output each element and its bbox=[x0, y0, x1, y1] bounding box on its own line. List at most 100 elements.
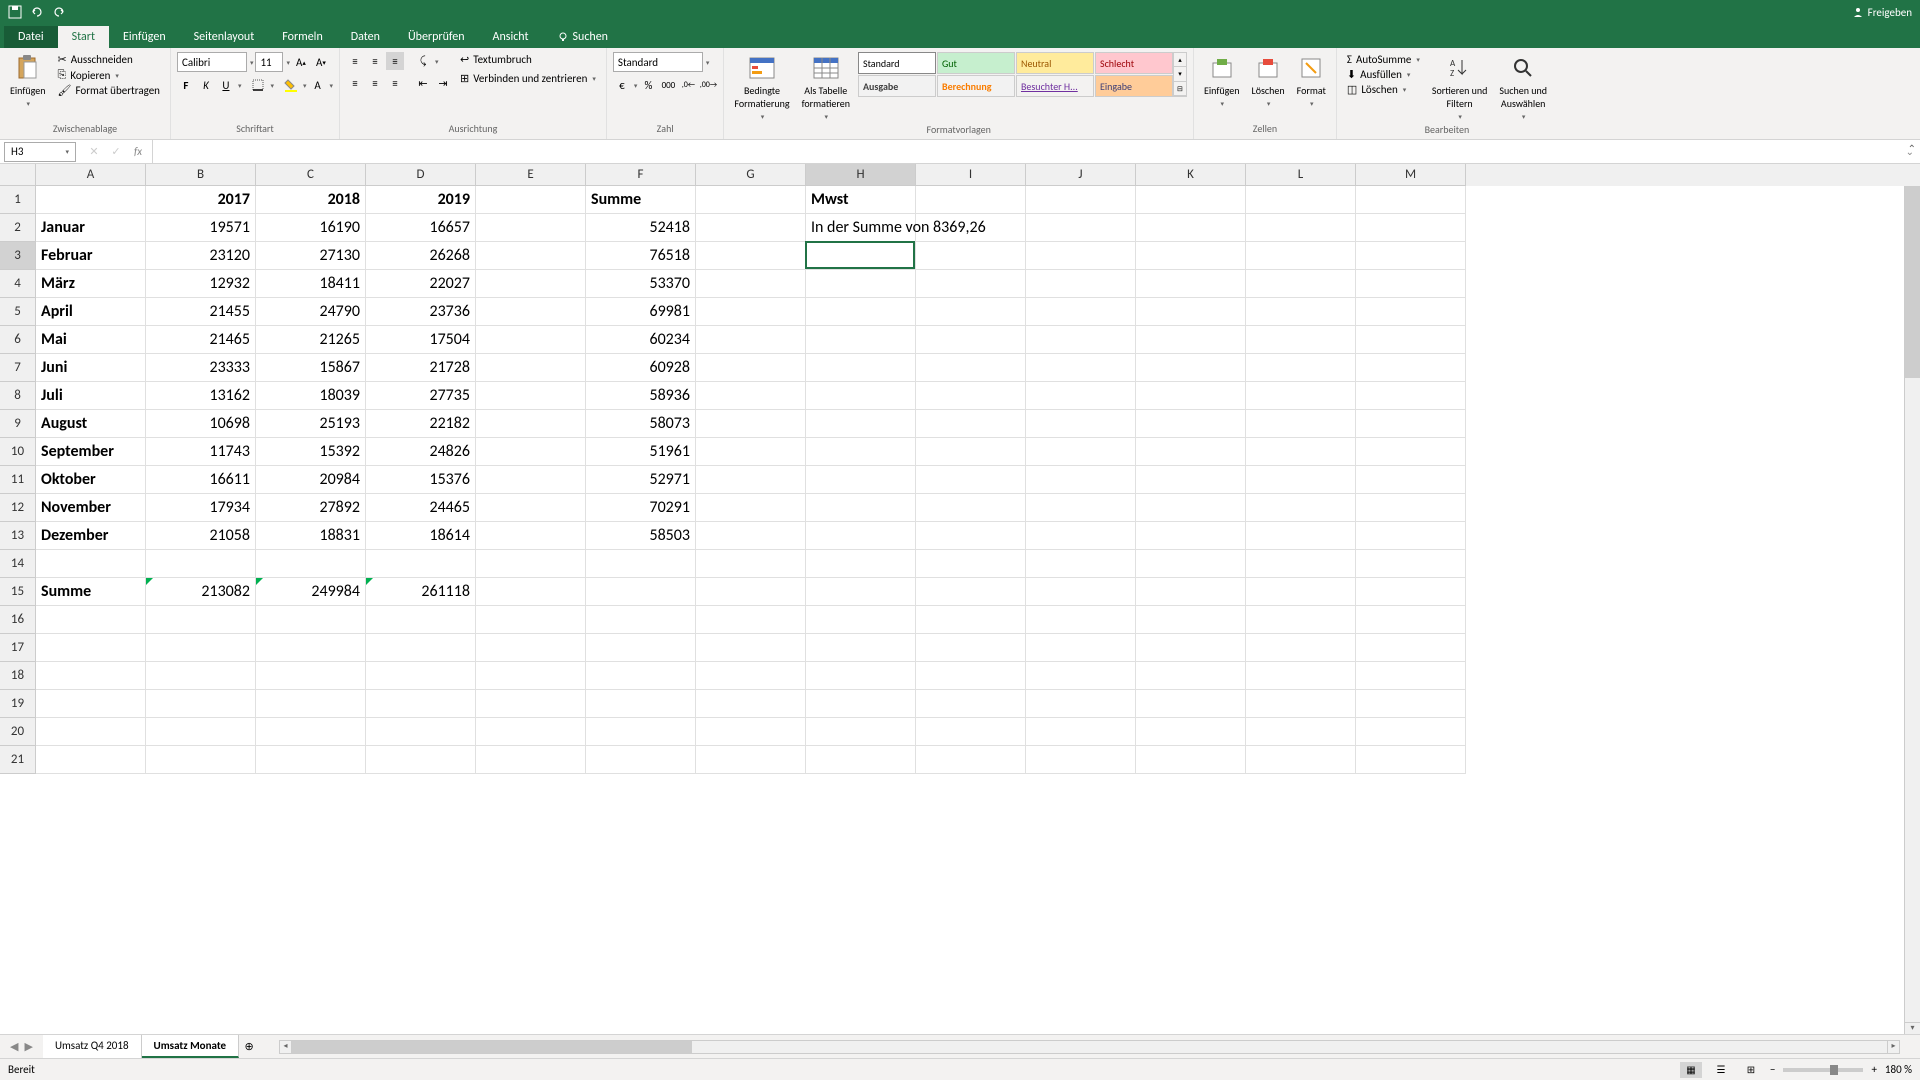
cell-I6[interactable] bbox=[916, 326, 1026, 354]
cell-G11[interactable] bbox=[696, 466, 806, 494]
cell-F4[interactable]: 53370 bbox=[586, 270, 696, 298]
cell-M20[interactable] bbox=[1356, 718, 1466, 746]
cell-D8[interactable]: 27735 bbox=[366, 382, 476, 410]
cell-A14[interactable] bbox=[36, 550, 146, 578]
cell-K8[interactable] bbox=[1136, 382, 1246, 410]
col-header-A[interactable]: A bbox=[36, 164, 146, 186]
cell-L4[interactable] bbox=[1246, 270, 1356, 298]
cell-M19[interactable] bbox=[1356, 690, 1466, 718]
cell-J17[interactable] bbox=[1026, 634, 1136, 662]
cell-K16[interactable] bbox=[1136, 606, 1246, 634]
align-middle-button[interactable]: ≡ bbox=[366, 52, 384, 70]
col-header-F[interactable]: F bbox=[586, 164, 696, 186]
formula-input[interactable] bbox=[153, 142, 1900, 162]
orientation-button[interactable]: ⤹ bbox=[414, 52, 432, 70]
cell-I11[interactable] bbox=[916, 466, 1026, 494]
cell-I21[interactable] bbox=[916, 746, 1026, 774]
col-header-L[interactable]: L bbox=[1246, 164, 1356, 186]
cell-G13[interactable] bbox=[696, 522, 806, 550]
cell-A12[interactable]: November bbox=[36, 494, 146, 522]
cell-D9[interactable]: 22182 bbox=[366, 410, 476, 438]
cell-I3[interactable] bbox=[916, 242, 1026, 270]
cell-I12[interactable] bbox=[916, 494, 1026, 522]
cell-E17[interactable] bbox=[476, 634, 586, 662]
cell-C15[interactable]: 249984 bbox=[256, 578, 366, 606]
cell-D7[interactable]: 21728 bbox=[366, 354, 476, 382]
cell-L18[interactable] bbox=[1246, 662, 1356, 690]
fill-button[interactable]: ⬇Ausfüllen▾ bbox=[1343, 67, 1424, 82]
cell-H13[interactable] bbox=[806, 522, 916, 550]
cell-H20[interactable] bbox=[806, 718, 916, 746]
cell-K13[interactable] bbox=[1136, 522, 1246, 550]
cell-L5[interactable] bbox=[1246, 298, 1356, 326]
cell-K10[interactable] bbox=[1136, 438, 1246, 466]
cell-G17[interactable] bbox=[696, 634, 806, 662]
cell-D16[interactable] bbox=[366, 606, 476, 634]
cell-C1[interactable]: 2018 bbox=[256, 186, 366, 214]
cell-F12[interactable]: 70291 bbox=[586, 494, 696, 522]
format-cells-button[interactable]: Format▾ bbox=[1293, 52, 1330, 110]
cell-G9[interactable] bbox=[696, 410, 806, 438]
cell-F9[interactable]: 58073 bbox=[586, 410, 696, 438]
cell-H2[interactable]: In der Summe von 8369,26 bbox=[806, 214, 916, 242]
search-box[interactable]: Suchen bbox=[543, 26, 622, 48]
cell-L3[interactable] bbox=[1246, 242, 1356, 270]
sheet-nav-prev[interactable]: ◀ bbox=[10, 1040, 18, 1053]
cell-L9[interactable] bbox=[1246, 410, 1356, 438]
cell-G5[interactable] bbox=[696, 298, 806, 326]
cell-H11[interactable] bbox=[806, 466, 916, 494]
cell-F11[interactable]: 52971 bbox=[586, 466, 696, 494]
row-header-9[interactable]: 9 bbox=[0, 410, 36, 438]
cell-J13[interactable] bbox=[1026, 522, 1136, 550]
insert-cells-button[interactable]: Einfügen▾ bbox=[1200, 52, 1244, 110]
cell-E10[interactable] bbox=[476, 438, 586, 466]
cell-M3[interactable] bbox=[1356, 242, 1466, 270]
cell-M5[interactable] bbox=[1356, 298, 1466, 326]
cell-E15[interactable] bbox=[476, 578, 586, 606]
sheet-tab-0[interactable]: Umsatz Q4 2018 bbox=[43, 1035, 142, 1058]
cell-F19[interactable] bbox=[586, 690, 696, 718]
gallery-more-button[interactable]: ⊟ bbox=[1174, 82, 1186, 96]
row-header-14[interactable]: 14 bbox=[0, 550, 36, 578]
cell-E19[interactable] bbox=[476, 690, 586, 718]
cell-C12[interactable]: 27892 bbox=[256, 494, 366, 522]
style-besucht[interactable]: Besuchter H... bbox=[1016, 75, 1094, 97]
cell-M2[interactable] bbox=[1356, 214, 1466, 242]
cell-F15[interactable] bbox=[586, 578, 696, 606]
cell-F16[interactable] bbox=[586, 606, 696, 634]
cell-C4[interactable]: 18411 bbox=[256, 270, 366, 298]
row-header-16[interactable]: 16 bbox=[0, 606, 36, 634]
cancel-button[interactable]: ✕ bbox=[84, 143, 104, 161]
cell-K12[interactable] bbox=[1136, 494, 1246, 522]
col-header-H[interactable]: H bbox=[806, 164, 916, 186]
cell-E1[interactable] bbox=[476, 186, 586, 214]
fx-button[interactable]: fx bbox=[128, 143, 148, 161]
merge-button[interactable]: ⊞Verbinden und zentrieren▾ bbox=[456, 71, 600, 86]
cell-A18[interactable] bbox=[36, 662, 146, 690]
cell-J6[interactable] bbox=[1026, 326, 1136, 354]
row-header-12[interactable]: 12 bbox=[0, 494, 36, 522]
gallery-up-button[interactable]: ▴ bbox=[1174, 53, 1186, 67]
cell-G21[interactable] bbox=[696, 746, 806, 774]
hscroll-thumb[interactable] bbox=[292, 1041, 692, 1053]
cell-H19[interactable] bbox=[806, 690, 916, 718]
cell-J8[interactable] bbox=[1026, 382, 1136, 410]
save-icon[interactable] bbox=[8, 5, 22, 19]
cell-K19[interactable] bbox=[1136, 690, 1246, 718]
cell-F10[interactable]: 51961 bbox=[586, 438, 696, 466]
tab-data[interactable]: Daten bbox=[337, 26, 394, 48]
cell-L20[interactable] bbox=[1246, 718, 1356, 746]
comma-button[interactable]: 000 bbox=[659, 76, 677, 94]
cell-D4[interactable]: 22027 bbox=[366, 270, 476, 298]
cut-button[interactable]: ✂Ausschneiden bbox=[54, 52, 164, 67]
view-normal-button[interactable]: ▦ bbox=[1680, 1062, 1702, 1078]
cell-B11[interactable]: 16611 bbox=[146, 466, 256, 494]
style-schlecht[interactable]: Schlecht bbox=[1095, 52, 1173, 74]
cell-A5[interactable]: April bbox=[36, 298, 146, 326]
row-header-21[interactable]: 21 bbox=[0, 746, 36, 774]
cell-B3[interactable]: 23120 bbox=[146, 242, 256, 270]
cell-C20[interactable] bbox=[256, 718, 366, 746]
enter-button[interactable]: ✓ bbox=[106, 143, 126, 161]
cell-E3[interactable] bbox=[476, 242, 586, 270]
cell-A9[interactable]: August bbox=[36, 410, 146, 438]
